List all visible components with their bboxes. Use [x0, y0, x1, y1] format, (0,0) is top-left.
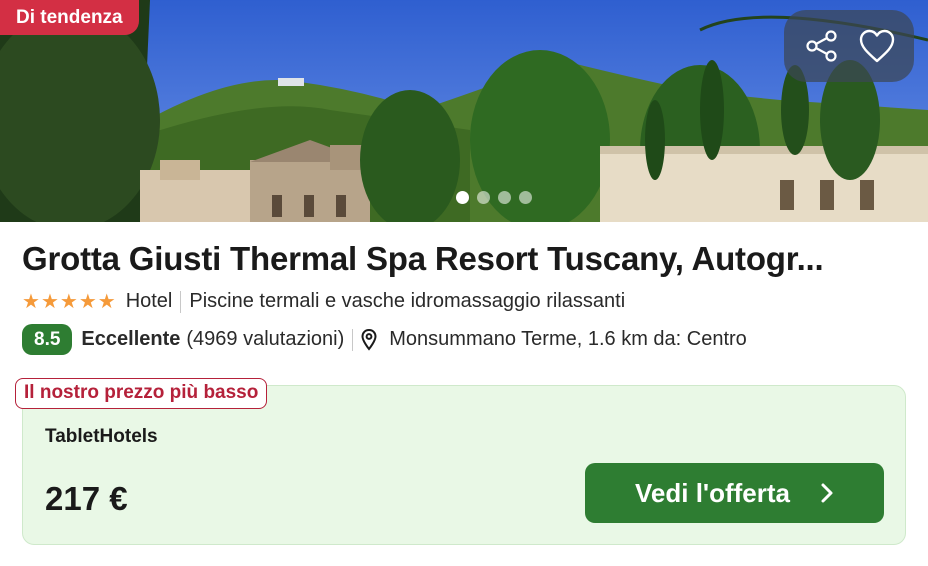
photo-actions: [784, 10, 914, 82]
chevron-right-icon: [820, 482, 834, 504]
hotel-highlight: Piscine termali e vasche idromassaggio r…: [189, 290, 626, 312]
hotel-photo-carousel[interactable]: Di tendenza: [0, 0, 928, 222]
divider: [352, 328, 354, 351]
star-icon: ★: [78, 290, 97, 313]
favorite-button[interactable]: [855, 24, 899, 68]
view-offer-label: Vedi l'offerta: [635, 477, 790, 508]
hotel-info-row: ★ ★ ★ ★ ★ Hotel Piscine termali e vasche…: [22, 290, 625, 313]
star-icon: ★: [97, 290, 116, 313]
location-pin-icon: [361, 328, 377, 351]
share-button[interactable]: [800, 24, 844, 68]
carousel-dot[interactable]: [456, 191, 469, 204]
carousel-dot[interactable]: [498, 191, 511, 204]
carousel-dot[interactable]: [477, 191, 490, 204]
star-rating: ★ ★ ★ ★ ★: [22, 292, 116, 312]
review-count[interactable]: (4969 valutazioni): [186, 328, 344, 351]
trending-badge: Di tendenza: [0, 0, 139, 35]
share-icon: [805, 30, 837, 62]
heart-icon: [859, 29, 894, 63]
property-type: Hotel: [125, 290, 173, 312]
star-icon: ★: [22, 290, 40, 313]
view-offer-button[interactable]: Vedi l'offerta: [585, 463, 884, 523]
score-badge: 8.5: [22, 324, 73, 355]
hotel-location[interactable]: Monsummano Terme, 1.6 km da: Centro: [389, 328, 747, 351]
rating-label: Eccellente: [81, 328, 181, 350]
offer-price: 217 €: [45, 480, 128, 517]
hotel-name[interactable]: Grotta Giusti Thermal Spa Resort Tuscany…: [22, 240, 912, 278]
carousel-dots: [456, 191, 532, 204]
star-icon: ★: [59, 290, 78, 313]
offer-provider: TabletHotels: [45, 426, 158, 447]
divider: [180, 290, 182, 313]
rating-location-row: 8.5 Eccellente (4969 valutazioni) Monsum…: [22, 324, 747, 355]
carousel-dot[interactable]: [519, 191, 532, 204]
lowest-price-tag: Il nostro prezzo più basso: [15, 378, 268, 409]
star-icon: ★: [40, 290, 59, 313]
